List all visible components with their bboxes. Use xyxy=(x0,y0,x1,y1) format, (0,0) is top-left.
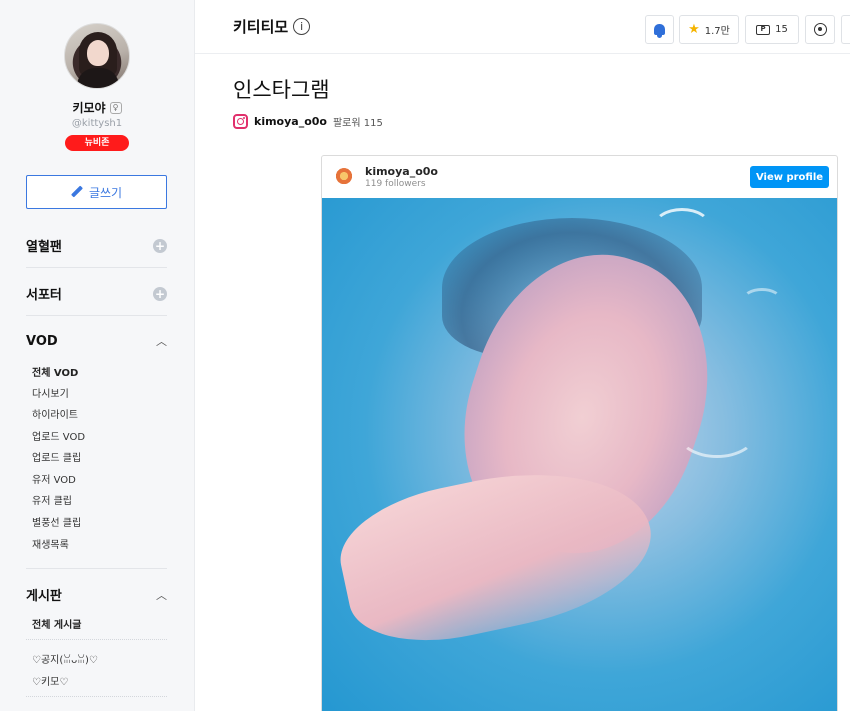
divider xyxy=(26,639,167,640)
sidebar-item-kimo[interactable]: ♡키모♡ xyxy=(32,673,68,688)
section-fans[interactable]: 열혈팬 + xyxy=(26,236,167,255)
write-button-label: 글쓰기 xyxy=(88,185,123,200)
sidebar-item-user-clip[interactable]: 유저 클립 xyxy=(32,492,72,507)
medal-icon xyxy=(813,23,827,36)
sidebar-item-all-vod[interactable]: 전체 VOD xyxy=(32,364,78,379)
sidebar-item-playlist[interactable]: 재생목록 xyxy=(32,536,69,551)
avatar[interactable] xyxy=(64,23,130,89)
profile-block: 키모야 ♀ @kittysh1 뉴비존 xyxy=(0,0,194,151)
bell-icon xyxy=(654,24,665,38)
ticket-count: 15 xyxy=(775,24,788,35)
instagram-icon xyxy=(233,114,248,129)
ticket-icon: P xyxy=(756,24,771,35)
star-icon: ★ xyxy=(688,22,700,37)
notification-button[interactable] xyxy=(645,15,674,44)
view-profile-button[interactable]: View profile xyxy=(750,166,829,188)
favorite-count: 1.7만 xyxy=(704,26,730,37)
sidebar-item-replay[interactable]: 다시보기 xyxy=(32,385,69,400)
medal-button[interactable] xyxy=(805,15,835,44)
write-button[interactable]: 글쓰기 xyxy=(26,175,167,209)
nickname-row: 키모야 ♀ xyxy=(0,99,194,116)
divider xyxy=(26,315,167,316)
newbie-badge: 뉴비존 xyxy=(65,135,129,151)
embed-avatar[interactable] xyxy=(335,168,353,186)
plus-icon[interactable]: + xyxy=(153,286,167,301)
info-icon[interactable]: i xyxy=(293,18,311,35)
chevron-up-icon[interactable]: ︿ xyxy=(156,333,167,349)
section-supporter[interactable]: 서포터 + xyxy=(26,284,167,303)
divider xyxy=(26,267,167,268)
more-button[interactable] xyxy=(841,15,850,44)
user-id: @kittysh1 xyxy=(71,118,123,129)
instagram-embed: kimoya_o0o 119 followers View profile xyxy=(321,155,838,711)
embed-followers: 119 followers xyxy=(365,179,426,189)
channel-title-row: 키티티모 i xyxy=(233,16,311,37)
section-vod-label: VOD xyxy=(26,333,58,349)
page-title: 인스타그램 xyxy=(233,78,330,102)
sidebar-item-all-posts[interactable]: 전체 게시글 xyxy=(32,616,81,631)
instagram-handle[interactable]: kimoya_o0o xyxy=(254,115,327,128)
sidebar-item-highlight[interactable]: 하이라이트 xyxy=(32,406,78,421)
instagram-account-line: kimoya_o0o 팔로워 115 xyxy=(233,114,383,129)
divider xyxy=(26,568,167,569)
chevron-up-icon[interactable]: ︿ xyxy=(156,587,167,603)
favorite-button[interactable]: ★ 1.7만 xyxy=(679,15,739,44)
top-bar: 키티티모 i ★ 1.7만 P 15 xyxy=(195,0,850,54)
section-fans-label: 열혈팬 xyxy=(26,240,62,255)
sidebar-item-upload-clip[interactable]: 업로드 클립 xyxy=(32,449,81,464)
embed-photo[interactable] xyxy=(322,198,837,711)
plus-icon[interactable]: + xyxy=(153,238,167,253)
ticket-button[interactable]: P 15 xyxy=(745,15,799,44)
pen-icon xyxy=(71,186,83,198)
divider xyxy=(26,696,167,697)
nickname: 키모야 xyxy=(72,101,106,115)
sidebar-item-user-vod[interactable]: 유저 VOD xyxy=(32,471,76,486)
section-board-label: 게시판 xyxy=(26,589,62,604)
sidebar-item-balloon-clip[interactable]: 별풍선 클립 xyxy=(32,514,81,529)
sidebar-item-upload-vod[interactable]: 업로드 VOD xyxy=(32,428,85,443)
section-board[interactable]: 게시판 ︿ xyxy=(26,585,167,605)
section-vod[interactable]: VOD ︿ xyxy=(26,333,167,349)
user-badge-icon: ♀ xyxy=(109,101,122,114)
instagram-followers: 팔로워 115 xyxy=(332,118,383,129)
section-supporter-label: 서포터 xyxy=(26,288,62,303)
sidebar: 키모야 ♀ @kittysh1 뉴비존 글쓰기 열혈팬 + 서포터 + VOD … xyxy=(0,0,195,711)
embed-username[interactable]: kimoya_o0o xyxy=(365,165,438,178)
embed-header: kimoya_o0o 119 followers View profile xyxy=(322,156,837,198)
sidebar-item-notice[interactable]: ♡공지(ꈍᴗꈍ)♡ xyxy=(32,651,98,666)
channel-title: 키티티모 xyxy=(233,18,289,36)
